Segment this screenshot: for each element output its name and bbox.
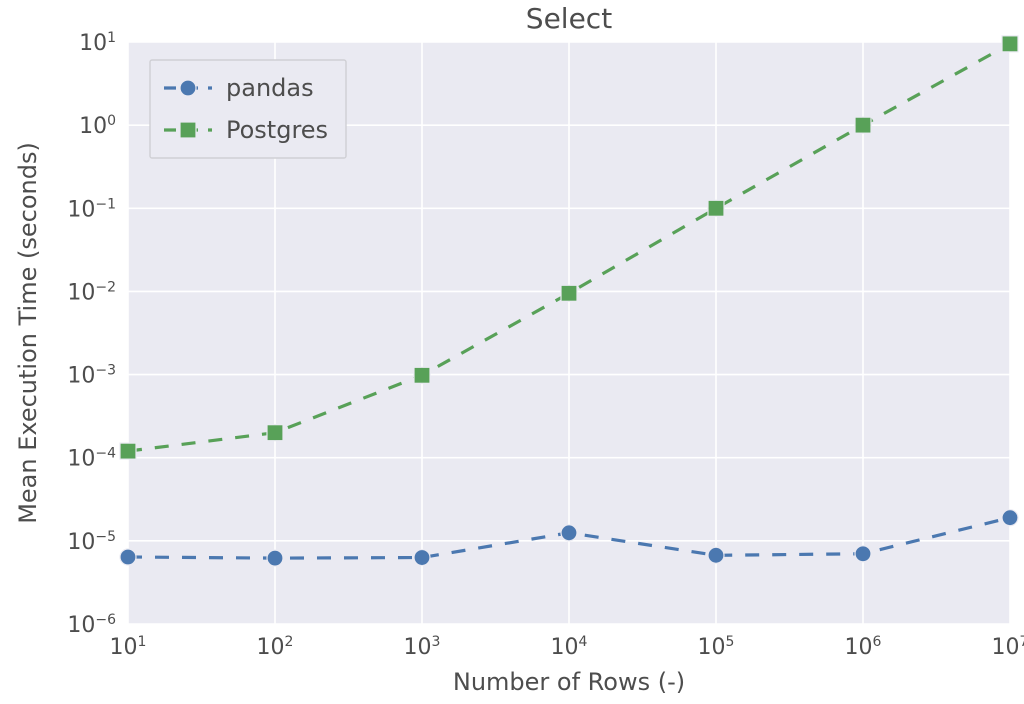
data-point [414,550,430,566]
data-point [120,443,136,459]
y-tick-label: 10−1 [67,196,116,222]
x-axis-title: Number of Rows (-) [453,668,685,696]
data-point [855,546,871,562]
x-tick-labels: 101 102 103 104 105 106 107 [110,634,1024,660]
data-point [267,550,283,566]
legend-label-pandas: pandas [226,74,314,102]
data-point [1002,510,1018,526]
legend-marker-postgres [180,122,196,138]
x-tick-label: 101 [110,634,147,660]
x-tick-label: 107 [992,634,1024,660]
data-point [120,549,136,565]
data-point [708,200,724,216]
y-tick-label: 10−5 [67,529,116,555]
y-tick-label: 101 [79,30,116,56]
y-tick-label: 100 [79,113,116,139]
chart-container: 101102103104105106107 10−610−510−410−310… [0,0,1024,704]
legend-label-postgres: Postgres [226,116,328,144]
data-point [708,547,724,563]
legend: pandas Postgres [150,60,346,158]
data-point [561,525,577,541]
y-tick-labels: 10−610−510−410−310−210−1100101 [67,30,116,638]
x-tick-label: 105 [698,634,735,660]
data-point [414,367,430,383]
x-tick-label: 104 [551,634,588,660]
y-axis-title: Mean Execution Time (seconds) [14,142,42,524]
data-point [855,117,871,133]
chart-svg: 101102103104105106107 10−610−510−410−310… [0,0,1024,704]
y-tick-label: 10−3 [67,363,116,389]
x-tick-label: 102 [257,634,294,660]
y-tick-label: 10−2 [67,279,116,305]
data-point [1002,36,1018,52]
data-point [267,425,283,441]
y-tick-label: 10−4 [67,446,116,472]
legend-marker-pandas [180,80,196,96]
data-point [561,285,577,301]
chart-title: Select [526,2,612,35]
x-tick-label: 103 [404,634,441,660]
x-tick-label: 106 [845,634,882,660]
